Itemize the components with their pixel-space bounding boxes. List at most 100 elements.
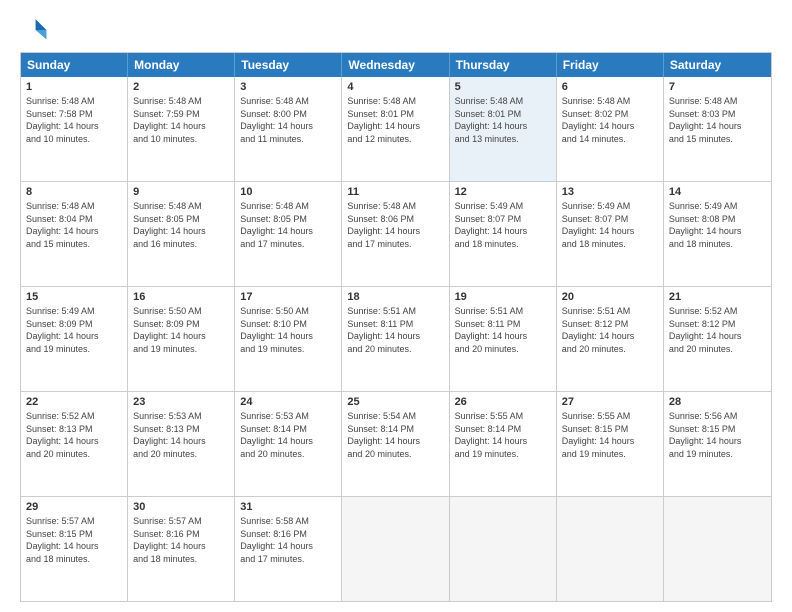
calendar-cell: 9Sunrise: 5:48 AM Sunset: 8:05 PM Daylig… [128,182,235,286]
header [20,16,772,44]
day-info: Sunrise: 5:58 AM Sunset: 8:16 PM Dayligh… [240,515,336,565]
day-info: Sunrise: 5:49 AM Sunset: 8:09 PM Dayligh… [26,305,122,355]
day-number: 20 [562,291,658,303]
day-number: 2 [133,81,229,93]
day-info: Sunrise: 5:48 AM Sunset: 8:04 PM Dayligh… [26,200,122,250]
day-number: 27 [562,396,658,408]
day-number: 9 [133,186,229,198]
day-number: 4 [347,81,443,93]
calendar-cell: 20Sunrise: 5:51 AM Sunset: 8:12 PM Dayli… [557,287,664,391]
calendar-cell: 12 Sunrise: 5:49 AM Sunset: 8:07 PM Dayli… [450,182,557,286]
day-info: Sunrise: 5:55 AM Sunset: 8:14 PM Dayligh… [455,410,551,460]
day-info: Sunrise: 5:55 AM Sunset: 8:15 PM Dayligh… [562,410,658,460]
calendar-week: 29 Sunrise: 5:57 AM Sunset: 8:15 PM Dayli… [21,496,771,601]
calendar-cell: 5 Sunrise: 5:48 AM Sunset: 8:01 PM Daylig… [450,77,557,181]
day-info: Sunrise: 5:49 AM Sunset: 8:07 PM Dayligh… [455,200,551,250]
calendar-week: 1Sunrise: 5:48 AM Sunset: 7:58 PM Daylig… [21,77,771,181]
day-number: 13 [562,186,658,198]
day-info: Sunrise: 5:53 AM Sunset: 8:13 PM Dayligh… [133,410,229,460]
day-info: Sunrise: 5:49 AM Sunset: 8:08 PM Dayligh… [669,200,766,250]
calendar-cell: 27 Sunrise: 5:55 AM Sunset: 8:15 PM Dayli… [557,392,664,496]
day-info: Sunrise: 5:52 AM Sunset: 8:12 PM Dayligh… [669,305,766,355]
calendar-cell: 8 Sunrise: 5:48 AM Sunset: 8:04 PM Daylig… [21,182,128,286]
calendar-body: 1Sunrise: 5:48 AM Sunset: 7:58 PM Daylig… [21,77,771,601]
day-number: 31 [240,501,336,513]
day-info: Sunrise: 5:57 AM Sunset: 8:16 PM Dayligh… [133,515,229,565]
day-number: 21 [669,291,766,303]
calendar-cell [450,497,557,601]
logo-icon [20,16,48,44]
day-number: 3 [240,81,336,93]
calendar-cell: 21 Sunrise: 5:52 AM Sunset: 8:12 PM Dayli… [664,287,771,391]
day-number: 28 [669,396,766,408]
calendar-cell: 24Sunrise: 5:53 AM Sunset: 8:14 PM Dayli… [235,392,342,496]
day-info: Sunrise: 5:48 AM Sunset: 8:06 PM Dayligh… [347,200,443,250]
day-number: 18 [347,291,443,303]
day-number: 10 [240,186,336,198]
day-number: 16 [133,291,229,303]
day-info: Sunrise: 5:48 AM Sunset: 8:05 PM Dayligh… [240,200,336,250]
day-number: 14 [669,186,766,198]
day-info: Sunrise: 5:56 AM Sunset: 8:15 PM Dayligh… [669,410,766,460]
logo [20,16,52,44]
day-info: Sunrise: 5:49 AM Sunset: 8:07 PM Dayligh… [562,200,658,250]
calendar-cell: 4 Sunrise: 5:48 AM Sunset: 8:01 PM Daylig… [342,77,449,181]
day-number: 29 [26,501,122,513]
day-info: Sunrise: 5:48 AM Sunset: 8:02 PM Dayligh… [562,95,658,145]
day-number: 12 [455,186,551,198]
day-info: Sunrise: 5:48 AM Sunset: 8:00 PM Dayligh… [240,95,336,145]
weekday-header: Thursday [450,53,557,77]
day-number: 15 [26,291,122,303]
calendar-cell: 17Sunrise: 5:50 AM Sunset: 8:10 PM Dayli… [235,287,342,391]
calendar-cell: 11 Sunrise: 5:48 AM Sunset: 8:06 PM Dayli… [342,182,449,286]
day-number: 22 [26,396,122,408]
day-number: 6 [562,81,658,93]
calendar-cell: 15 Sunrise: 5:49 AM Sunset: 8:09 PM Dayli… [21,287,128,391]
calendar-cell: 25 Sunrise: 5:54 AM Sunset: 8:14 PM Dayli… [342,392,449,496]
calendar-cell [557,497,664,601]
calendar-cell [664,497,771,601]
calendar-cell: 6 Sunrise: 5:48 AM Sunset: 8:02 PM Daylig… [557,77,664,181]
calendar-cell: 19Sunrise: 5:51 AM Sunset: 8:11 PM Dayli… [450,287,557,391]
calendar-cell: 23 Sunrise: 5:53 AM Sunset: 8:13 PM Dayli… [128,392,235,496]
calendar-cell: 18Sunrise: 5:51 AM Sunset: 8:11 PM Dayli… [342,287,449,391]
weekday-header: Monday [128,53,235,77]
page: SundayMondayTuesdayWednesdayThursdayFrid… [0,0,792,612]
calendar-week: 15 Sunrise: 5:49 AM Sunset: 8:09 PM Dayli… [21,286,771,391]
day-number: 5 [455,81,551,93]
day-number: 1 [26,81,122,93]
calendar-cell: 22 Sunrise: 5:52 AM Sunset: 8:13 PM Dayli… [21,392,128,496]
day-info: Sunrise: 5:48 AM Sunset: 8:01 PM Dayligh… [347,95,443,145]
calendar-cell: 31 Sunrise: 5:58 AM Sunset: 8:16 PM Dayli… [235,497,342,601]
day-number: 30 [133,501,229,513]
day-info: Sunrise: 5:48 AM Sunset: 8:03 PM Dayligh… [669,95,766,145]
day-info: Sunrise: 5:48 AM Sunset: 7:59 PM Dayligh… [133,95,229,145]
calendar-cell [342,497,449,601]
day-info: Sunrise: 5:57 AM Sunset: 8:15 PM Dayligh… [26,515,122,565]
calendar-cell: 28 Sunrise: 5:56 AM Sunset: 8:15 PM Dayli… [664,392,771,496]
day-number: 7 [669,81,766,93]
day-number: 25 [347,396,443,408]
weekday-header: Tuesday [235,53,342,77]
day-number: 8 [26,186,122,198]
calendar-cell: 13 Sunrise: 5:49 AM Sunset: 8:07 PM Dayli… [557,182,664,286]
day-info: Sunrise: 5:52 AM Sunset: 8:13 PM Dayligh… [26,410,122,460]
day-number: 23 [133,396,229,408]
calendar-cell: 7 Sunrise: 5:48 AM Sunset: 8:03 PM Daylig… [664,77,771,181]
day-info: Sunrise: 5:54 AM Sunset: 8:14 PM Dayligh… [347,410,443,460]
calendar-cell: 3 Sunrise: 5:48 AM Sunset: 8:00 PM Daylig… [235,77,342,181]
calendar-header: SundayMondayTuesdayWednesdayThursdayFrid… [21,53,771,77]
calendar-cell: 30 Sunrise: 5:57 AM Sunset: 8:16 PM Dayli… [128,497,235,601]
calendar-cell: 26Sunrise: 5:55 AM Sunset: 8:14 PM Dayli… [450,392,557,496]
calendar-cell: 14 Sunrise: 5:49 AM Sunset: 8:08 PM Dayli… [664,182,771,286]
weekday-header: Friday [557,53,664,77]
weekday-header: Saturday [664,53,771,77]
day-info: Sunrise: 5:50 AM Sunset: 8:10 PM Dayligh… [240,305,336,355]
day-number: 19 [455,291,551,303]
calendar-cell: 16 Sunrise: 5:50 AM Sunset: 8:09 PM Dayli… [128,287,235,391]
calendar-week: 8 Sunrise: 5:48 AM Sunset: 8:04 PM Daylig… [21,181,771,286]
day-info: Sunrise: 5:48 AM Sunset: 8:01 PM Dayligh… [455,95,551,145]
day-info: Sunrise: 5:50 AM Sunset: 8:09 PM Dayligh… [133,305,229,355]
day-number: 11 [347,186,443,198]
calendar-cell: 29 Sunrise: 5:57 AM Sunset: 8:15 PM Dayli… [21,497,128,601]
